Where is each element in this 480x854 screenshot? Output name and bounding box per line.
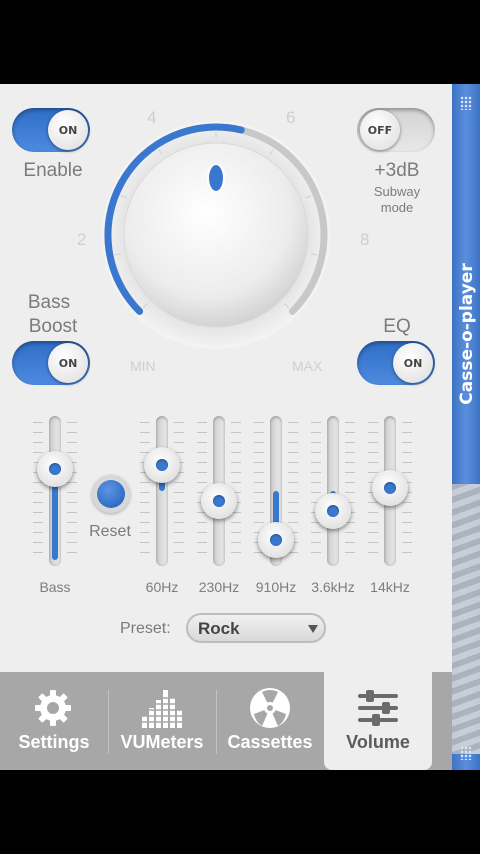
eq-slider-14khz-knob[interactable] xyxy=(372,470,408,506)
sidebar-stripes xyxy=(452,484,480,754)
vu-bars-icon xyxy=(140,690,184,728)
dial-label-6: 6 xyxy=(286,108,296,127)
tab-vumeters[interactable]: VUMeters xyxy=(108,672,216,770)
gear-icon xyxy=(35,690,71,726)
dial-label-4: 4 xyxy=(147,108,157,127)
subway-subtitle-line1: Subway xyxy=(373,184,421,199)
reset-button[interactable] xyxy=(92,475,130,513)
grip-top-icon xyxy=(460,96,472,110)
eq-label: EQ xyxy=(383,316,411,337)
eq-toggle-knob: ON xyxy=(393,343,433,383)
eq-slider-910hz-knob[interactable] xyxy=(258,522,294,558)
preset-label: Preset: xyxy=(120,620,171,637)
subway-mode-toggle[interactable]: OFF xyxy=(357,108,435,152)
enable-toggle-knob: ON xyxy=(48,110,88,150)
preset-select[interactable]: Rock xyxy=(186,613,326,643)
subway-title: +3dB xyxy=(374,160,420,181)
eq-slider-60hz[interactable] xyxy=(156,416,168,566)
reset-label: Reset xyxy=(89,523,131,540)
tab-volume-label: Volume xyxy=(346,732,410,752)
enable-toggle[interactable]: ON xyxy=(12,108,90,152)
tab-cassettes-label: Cassettes xyxy=(227,732,313,752)
tab-volume[interactable]: Volume xyxy=(324,672,432,770)
eq-slider-14khz-label: 14kHz xyxy=(370,579,410,595)
enable-label: Enable xyxy=(23,160,83,181)
bass-slider[interactable] xyxy=(49,416,61,566)
eq-toggle[interactable]: ON xyxy=(357,341,435,385)
dial-label-8: 8 xyxy=(360,230,370,249)
grip-bottom-icon xyxy=(460,746,472,760)
eq-slider-36khz[interactable] xyxy=(327,416,339,566)
tab-settings[interactable]: Settings xyxy=(0,672,108,770)
cassette-reel-icon xyxy=(250,688,290,728)
bass-boost-toggle-knob: ON xyxy=(48,343,88,383)
chevron-down-icon xyxy=(308,625,318,633)
tab-cassettes[interactable]: Cassettes xyxy=(216,672,324,770)
dial-label-2: 2 xyxy=(77,230,87,249)
app-title: Casse-o-player xyxy=(457,263,477,405)
bass-boost-label-line2: Boost xyxy=(28,316,78,337)
dial-indicator xyxy=(207,163,225,193)
app-sidebar: Casse-o-player xyxy=(452,84,480,770)
eq-slider-60hz-knob[interactable] xyxy=(144,446,180,483)
subway-toggle-knob: OFF xyxy=(360,110,400,150)
dial-label-max: MAX xyxy=(292,358,323,374)
tab-settings-label: Settings xyxy=(18,732,90,752)
reset-button-dot xyxy=(97,480,125,508)
bass-boost-toggle[interactable]: ON xyxy=(12,341,90,385)
bass-slider-knob[interactable] xyxy=(37,450,73,487)
sliders-icon xyxy=(358,690,398,726)
subway-subtitle-line2: mode xyxy=(380,200,414,215)
eq-slider-230hz-knob[interactable] xyxy=(201,483,237,519)
bass-slider-label: Bass xyxy=(39,579,71,595)
volume-dial[interactable] xyxy=(96,112,354,370)
bass-boost-label-line1: Bass xyxy=(27,292,71,313)
dial-label-min: MIN xyxy=(130,358,156,374)
tab-vumeters-label: VUMeters xyxy=(120,732,204,752)
preset-value: Rock xyxy=(198,619,240,638)
